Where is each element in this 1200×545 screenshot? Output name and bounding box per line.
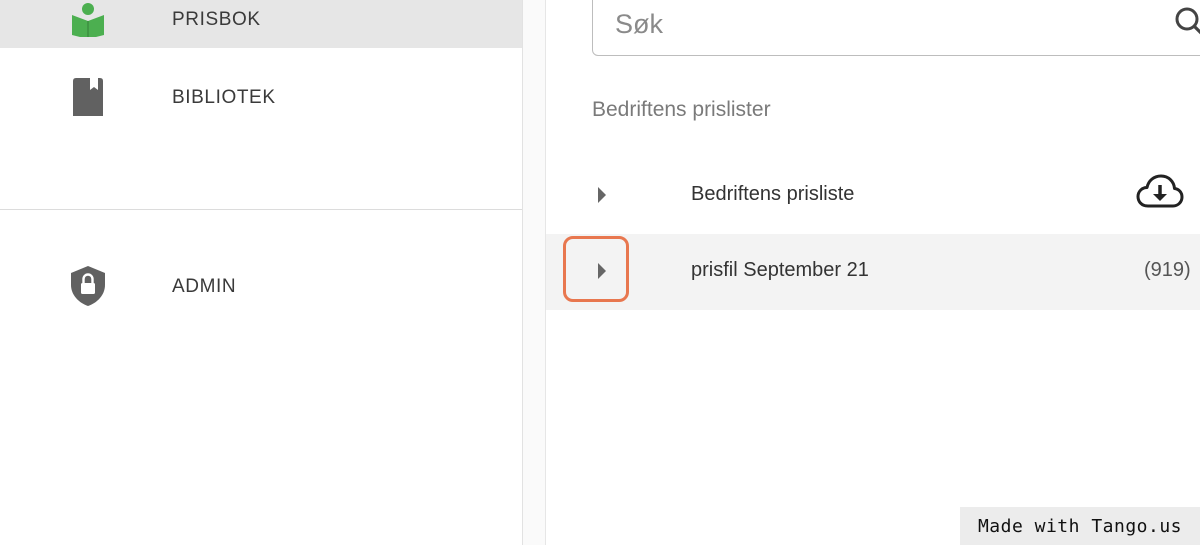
search-input[interactable]: [613, 3, 1137, 45]
list-item[interactable]: prisfil September 21 (919): [546, 234, 1200, 310]
sidebar-item-label: ADMIN: [172, 276, 237, 297]
main-panel: Bedriftens prislister Bedriftens prislis…: [546, 0, 1200, 545]
list-item-label: Bedriftens prisliste: [691, 183, 855, 205]
item-count: (919): [1144, 259, 1191, 281]
sidebar-item-prisbok[interactable]: PRISBOK: [0, 0, 522, 48]
expand-caret-icon[interactable]: [596, 185, 608, 205]
sidebar-item-label: PRISBOK: [172, 9, 261, 30]
search-icon[interactable]: [1173, 5, 1200, 39]
search-field[interactable]: [592, 0, 1200, 56]
sidebar-item-label: BIBLIOTEK: [172, 87, 276, 108]
panel-gutter: [523, 0, 546, 545]
sidebar-item-admin[interactable]: ADMIN: [0, 257, 522, 315]
bookmark-icon: [70, 77, 106, 117]
list-item[interactable]: Bedriftens prisliste: [546, 157, 1200, 233]
shield-lock-icon: [70, 266, 106, 306]
book-reader-icon: [70, 0, 106, 39]
section-title: Bedriftens prislister: [592, 98, 771, 121]
watermark: Made with Tango.us: [960, 507, 1200, 545]
sidebar-item-bibliotek[interactable]: BIBLIOTEK: [0, 68, 522, 126]
sidebar-divider: [0, 209, 522, 210]
list-item-label: prisfil September 21: [691, 259, 869, 281]
expand-caret-icon[interactable]: [596, 261, 608, 281]
sidebar: PRISBOK BIBLIOTEK ADMIN: [0, 0, 523, 545]
cloud-download-icon[interactable]: [1136, 173, 1184, 211]
